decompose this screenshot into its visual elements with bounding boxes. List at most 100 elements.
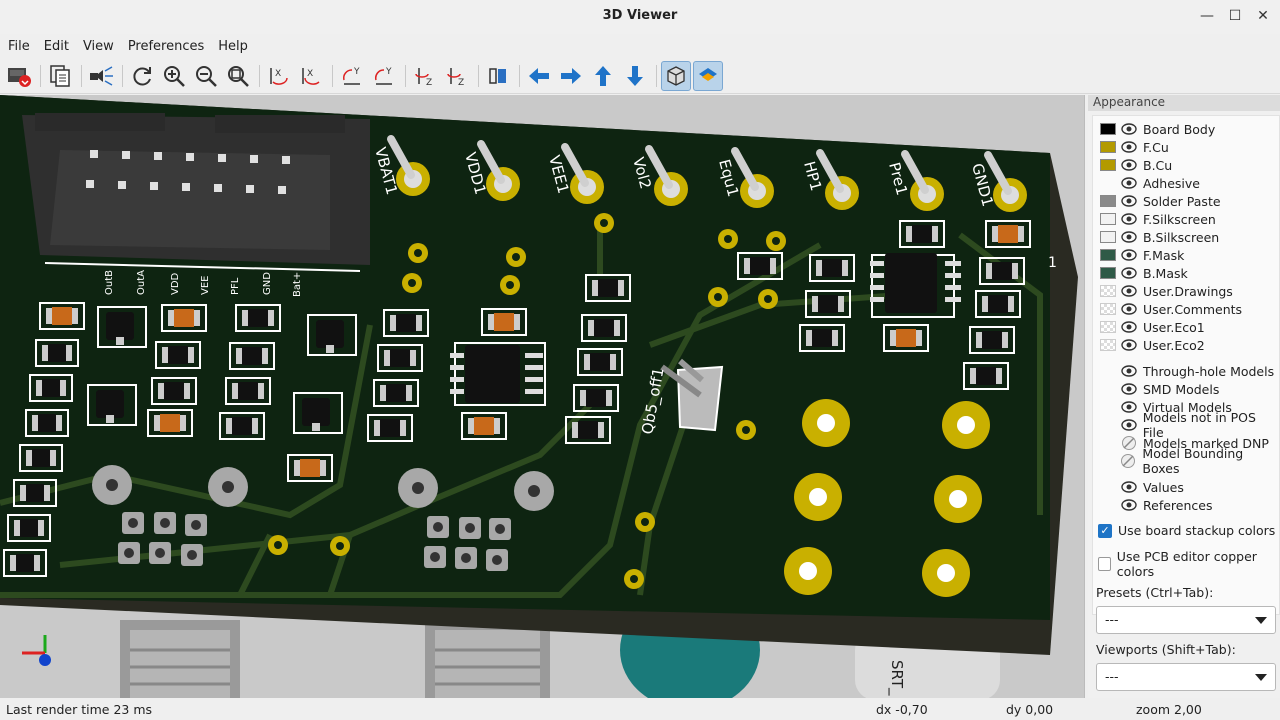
- rotate-y-cw-icon[interactable]: Y: [337, 61, 367, 91]
- eye-icon[interactable]: [1121, 265, 1137, 281]
- layer-row[interactable]: User.Eco1: [1093, 318, 1205, 336]
- eye-icon[interactable]: [1121, 229, 1137, 245]
- model-name: Model Bounding Boxes: [1142, 446, 1244, 476]
- layer-color-swatch[interactable]: [1100, 303, 1116, 315]
- eye-icon[interactable]: [1121, 157, 1137, 173]
- layer-row[interactable]: F.Mask: [1093, 246, 1184, 264]
- extra-row[interactable]: Values: [1093, 478, 1184, 496]
- rotate-x-cw-icon[interactable]: X: [264, 61, 294, 91]
- layer-color-swatch[interactable]: [1100, 213, 1116, 225]
- zoom-in-icon[interactable]: [159, 61, 189, 91]
- layer-color-swatch[interactable]: [1100, 339, 1116, 351]
- layer-row[interactable]: Board Body: [1093, 120, 1215, 138]
- raytrace-icon[interactable]: [86, 61, 116, 91]
- menu-file[interactable]: File: [4, 39, 34, 54]
- layer-name: Adhesive: [1143, 175, 1200, 191]
- layer-color-swatch[interactable]: [1100, 141, 1116, 153]
- menu-help[interactable]: Help: [214, 39, 252, 54]
- move-left-icon[interactable]: [524, 61, 554, 91]
- eye-icon[interactable]: [1121, 497, 1137, 513]
- axis-gizmo: [22, 635, 51, 666]
- orthographic-icon[interactable]: [661, 60, 691, 91]
- use-pcb-copper-colors-checkbox[interactable]: Use PCB editor copper colors: [1098, 549, 1280, 579]
- layer-color-swatch[interactable]: [1100, 285, 1116, 297]
- eye-icon[interactable]: [1121, 121, 1137, 137]
- flip-board-icon[interactable]: [483, 61, 513, 91]
- eye-icon[interactable]: [1121, 193, 1137, 209]
- model-row[interactable]: SMD Models: [1093, 380, 1219, 398]
- pcb-3d-scene[interactable]: SRT_ OutB OutA VDD VEE PFL GND Bat+ VBAT…: [0, 95, 1085, 698]
- checkbox-checked-icon[interactable]: ✓: [1098, 523, 1112, 538]
- box-header: [22, 113, 370, 272]
- layer-row[interactable]: User.Comments: [1093, 300, 1242, 318]
- layer-color-swatch[interactable]: [1100, 159, 1116, 171]
- eye-icon[interactable]: [1121, 417, 1137, 433]
- reload-board-icon[interactable]: [4, 61, 34, 91]
- eye-icon[interactable]: [1121, 301, 1137, 317]
- pin-label-bat: Bat+: [292, 272, 303, 297]
- move-down-icon[interactable]: [620, 61, 650, 91]
- layer-color-swatch[interactable]: [1100, 231, 1116, 243]
- layer-row[interactable]: B.Silkscreen: [1093, 228, 1219, 246]
- eye-icon[interactable]: [1121, 247, 1137, 263]
- layer-color-swatch[interactable]: [1100, 123, 1116, 135]
- model-row[interactable]: Through-hole Models: [1093, 362, 1274, 380]
- eye-icon[interactable]: [1121, 363, 1137, 379]
- hidden-icon[interactable]: [1120, 453, 1136, 469]
- eye-icon[interactable]: [1121, 381, 1137, 397]
- layer-color-swatch[interactable]: [1100, 321, 1116, 333]
- rotate-z-ccw-icon[interactable]: Z: [442, 61, 472, 91]
- move-up-icon[interactable]: [588, 61, 618, 91]
- 3d-viewport[interactable]: SRT_ OutB OutA VDD VEE PFL GND Bat+ VBAT…: [0, 95, 1085, 698]
- viewports-dropdown[interactable]: ---: [1096, 663, 1276, 691]
- layers-manager-icon[interactable]: [693, 60, 723, 91]
- checkbox-unchecked-icon[interactable]: [1098, 557, 1111, 571]
- layer-row[interactable]: B.Cu: [1093, 156, 1172, 174]
- zoom-fit-icon[interactable]: [223, 61, 253, 91]
- layer-color-swatch[interactable]: [1100, 177, 1116, 189]
- presets-dropdown[interactable]: ---: [1096, 606, 1276, 634]
- close-icon[interactable]: ✕: [1246, 0, 1280, 32]
- rotate-x-ccw-icon[interactable]: X: [296, 61, 326, 91]
- menu-preferences[interactable]: Preferences: [124, 39, 208, 54]
- layer-row[interactable]: User.Eco2: [1093, 336, 1205, 354]
- extra-row[interactable]: References: [1093, 496, 1212, 514]
- layer-row[interactable]: Solder Paste: [1093, 192, 1221, 210]
- hidden-icon[interactable]: [1121, 435, 1137, 451]
- eye-icon[interactable]: [1121, 139, 1137, 155]
- layer-row[interactable]: F.Cu: [1093, 138, 1169, 156]
- zoom-out-icon[interactable]: [191, 61, 221, 91]
- swatch-spacer: [1100, 437, 1116, 449]
- rotate-y-ccw-icon[interactable]: Y: [369, 61, 399, 91]
- layer-row[interactable]: F.Silkscreen: [1093, 210, 1216, 228]
- move-right-icon[interactable]: [556, 61, 586, 91]
- layer-row[interactable]: User.Drawings: [1093, 282, 1233, 300]
- use-stackup-colors-checkbox[interactable]: ✓ Use board stackup colors: [1098, 523, 1275, 538]
- layer-row[interactable]: B.Mask: [1093, 264, 1188, 282]
- layer-color-swatch[interactable]: [1100, 249, 1116, 261]
- layer-row[interactable]: Adhesive: [1093, 174, 1200, 192]
- layer-color-swatch[interactable]: [1100, 267, 1116, 279]
- menu-edit[interactable]: Edit: [40, 39, 73, 54]
- eye-icon[interactable]: [1121, 211, 1137, 227]
- copy-image-icon[interactable]: [45, 61, 75, 91]
- rotate-z-cw-icon[interactable]: Z: [410, 61, 440, 91]
- eye-icon[interactable]: [1121, 175, 1137, 191]
- svg-text:Y: Y: [353, 67, 360, 77]
- render-time: Last render time 23 ms: [6, 702, 153, 717]
- model-row[interactable]: Models not in POS File: [1093, 410, 1279, 440]
- dy-readout: dy 0,00: [1006, 702, 1054, 717]
- swatch-spacer: [1100, 455, 1115, 467]
- window-title: 3D Viewer: [602, 8, 678, 23]
- menu-view[interactable]: View: [79, 39, 118, 54]
- eye-icon[interactable]: [1121, 399, 1137, 415]
- layer-name: B.Silkscreen: [1143, 229, 1220, 245]
- eye-icon[interactable]: [1121, 283, 1137, 299]
- pin-label-outb: OutB: [104, 270, 115, 295]
- eye-icon[interactable]: [1121, 319, 1137, 335]
- eye-icon[interactable]: [1121, 337, 1137, 353]
- layer-color-swatch[interactable]: [1100, 195, 1116, 207]
- model-row[interactable]: Model Bounding Boxes: [1093, 446, 1279, 476]
- eye-icon[interactable]: [1121, 479, 1137, 495]
- refresh-icon[interactable]: [127, 61, 157, 91]
